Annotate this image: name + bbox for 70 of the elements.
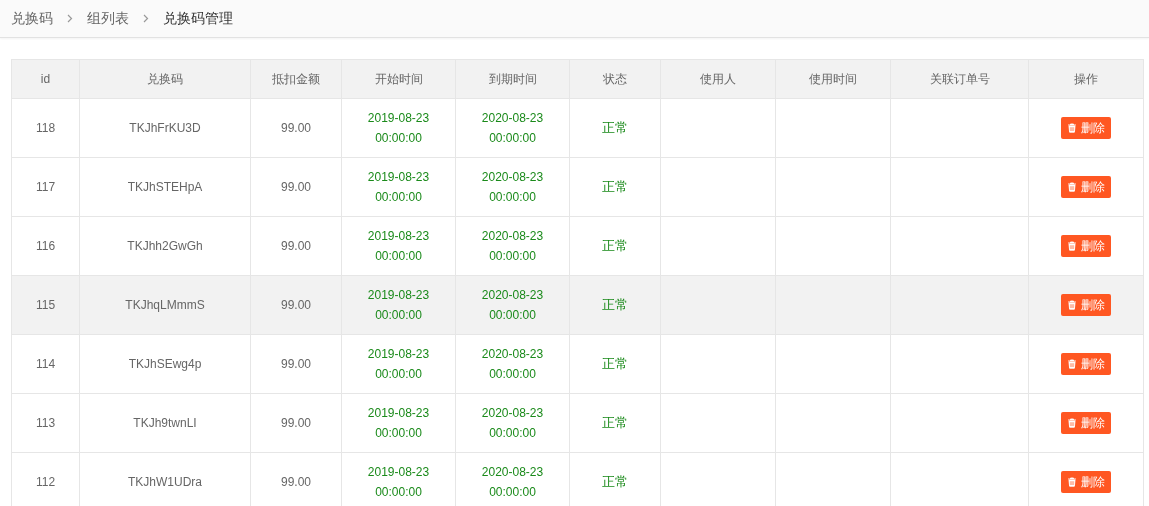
start-time-text: 2019-08-23 00:00:00	[367, 405, 430, 442]
trash-icon	[1067, 123, 1077, 133]
delete-button[interactable]: 删除	[1061, 235, 1111, 257]
trash-icon	[1067, 300, 1077, 310]
trash-icon	[1067, 359, 1077, 369]
column-header: 抵扣金额	[250, 59, 342, 99]
status-text: 正常	[602, 474, 628, 489]
code-text: TKJhh2GwGh	[127, 239, 203, 253]
amount-text: 99.00	[281, 416, 311, 430]
start-time-text: 2019-08-23 00:00:00	[367, 110, 430, 147]
id-text: 116	[35, 239, 56, 253]
delete-button[interactable]: 删除	[1061, 117, 1111, 139]
delete-button[interactable]: 删除	[1061, 353, 1111, 375]
status-text: 正常	[602, 356, 628, 371]
trash-icon	[1067, 477, 1077, 487]
column-header: 操作	[1028, 59, 1144, 99]
column-header: 使用人	[660, 59, 776, 99]
column-header: 使用时间	[775, 59, 891, 99]
end-time-text: 2020-08-23 00:00:00	[481, 110, 544, 147]
trash-icon	[1067, 241, 1077, 251]
code-text: TKJhSEwg4p	[128, 357, 202, 371]
amount-text: 99.00	[281, 121, 311, 135]
amount-text: 99.00	[281, 180, 311, 194]
end-time-text: 2020-08-23 00:00:00	[481, 405, 544, 442]
amount-text: 99.00	[281, 475, 311, 489]
start-time-text: 2019-08-23 00:00:00	[367, 228, 430, 265]
amount-text: 99.00	[281, 239, 311, 253]
breadcrumb-link[interactable]: 兑换码	[11, 9, 53, 28]
code-text: TKJhFrKU3D	[129, 121, 201, 135]
end-time-text: 2020-08-23 00:00:00	[481, 169, 544, 206]
status-text: 正常	[602, 297, 628, 312]
column-header: 到期时间	[455, 59, 570, 99]
id-text: 115	[35, 298, 56, 312]
amount-text: 99.00	[281, 298, 311, 312]
breadcrumb-link[interactable]: 组列表	[87, 9, 129, 28]
column-header: 关联订单号	[890, 59, 1029, 99]
end-time-text: 2020-08-23 00:00:00	[481, 287, 544, 324]
delete-button[interactable]: 删除	[1061, 176, 1111, 198]
column-header: 开始时间	[341, 59, 456, 99]
code-text: TKJhqLMmmS	[125, 298, 205, 312]
id-text: 112	[35, 475, 56, 489]
delete-button[interactable]: 删除	[1061, 471, 1111, 493]
start-time-text: 2019-08-23 00:00:00	[367, 169, 430, 206]
status-text: 正常	[602, 415, 628, 430]
trash-icon	[1067, 182, 1077, 192]
code-text: TKJhW1UDra	[128, 475, 202, 489]
amount-text: 99.00	[281, 357, 311, 371]
status-text: 正常	[602, 179, 628, 194]
id-text: 114	[35, 357, 56, 371]
trash-icon	[1067, 418, 1077, 428]
code-text: TKJh9twnLI	[133, 416, 197, 430]
end-time-text: 2020-08-23 00:00:00	[481, 346, 544, 383]
start-time-text: 2019-08-23 00:00:00	[367, 464, 430, 501]
end-time-text: 2020-08-23 00:00:00	[481, 228, 544, 265]
status-text: 正常	[602, 120, 628, 135]
code-text: TKJhSTEHpA	[127, 180, 203, 194]
start-time-text: 2019-08-23 00:00:00	[367, 287, 430, 324]
start-time-text: 2019-08-23 00:00:00	[367, 346, 430, 383]
column-header: id	[11, 59, 80, 99]
end-time-text: 2020-08-23 00:00:00	[481, 464, 544, 501]
column-header: 兑换码	[79, 59, 251, 99]
id-text: 118	[35, 121, 56, 135]
chevron-icon	[143, 14, 149, 23]
delete-button[interactable]: 删除	[1061, 412, 1111, 434]
id-text: 117	[35, 180, 56, 194]
delete-button[interactable]: 删除	[1061, 294, 1111, 316]
chevron-icon	[67, 14, 73, 23]
id-text: 113	[35, 416, 56, 430]
status-text: 正常	[602, 238, 628, 253]
column-header: 状态	[569, 59, 661, 99]
